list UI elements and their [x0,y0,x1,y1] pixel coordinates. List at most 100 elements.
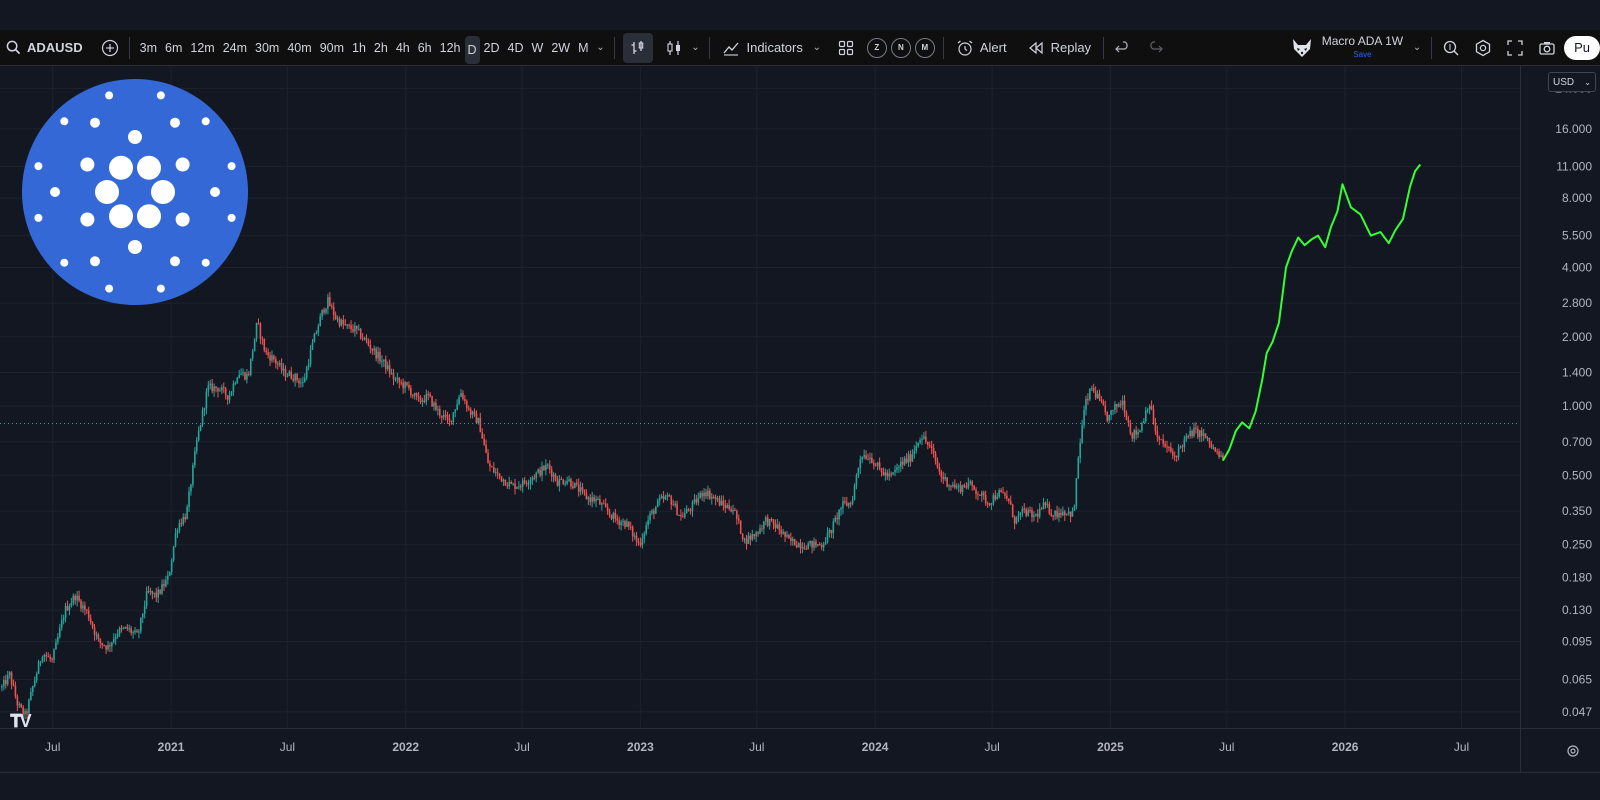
indicator-templates-button[interactable] [833,30,859,66]
indicators-button[interactable]: Indicators [716,30,808,66]
timeframe-4h[interactable]: 4h [392,30,414,66]
timeframe-90m[interactable]: 90m [316,30,348,66]
compare-symbol-button[interactable] [97,30,123,66]
timeframe-24m[interactable]: 24m [219,30,251,66]
candle-body [1139,430,1141,432]
bars-chart-type-button[interactable] [623,32,654,63]
timeframe-12h[interactable]: 12h [436,30,465,66]
timeframe-d[interactable]: D [464,35,480,64]
layout-save-link[interactable]: Save [1322,48,1403,61]
candle-body [728,505,730,510]
timeframe-m[interactable]: M [574,30,592,66]
timeframe-6h[interactable]: 6h [414,30,436,66]
candle-body [961,485,964,492]
candle-body [1143,420,1145,423]
fox-avatar-icon [1292,38,1311,57]
candle-body [390,372,393,374]
session-z-button[interactable]: Z [866,37,887,58]
candle-body [886,472,889,477]
candle-body [502,479,505,482]
timeframe-12m[interactable]: 12m [186,30,218,66]
candle-body [58,627,61,637]
layout-menu[interactable]: Macro ADA 1W Save [1290,30,1403,66]
candle-body [874,465,877,467]
logo-dot [128,130,142,144]
candle-body [965,486,968,488]
candle-body [998,490,1000,497]
candle-body [170,560,173,573]
session-n-button[interactable]: N [890,37,911,58]
timeframe-4d[interactable]: 4D [504,30,528,66]
symbol-search[interactable]: ADAUSD [0,30,83,66]
candle-body [236,377,239,384]
chart-type-dropdown-chevron[interactable]: ⌄ [687,30,703,66]
layout-dropdown-chevron[interactable]: ⌄ [1409,30,1425,66]
timeframe-1h[interactable]: 1h [348,30,370,66]
settings-button[interactable] [1470,30,1496,66]
timeframe-3m[interactable]: 3m [136,30,161,66]
fullscreen-button[interactable] [1502,30,1528,66]
timeframe-2d[interactable]: 2D [480,30,504,66]
quick-search-button[interactable] [1438,30,1464,66]
candle-body [76,595,78,601]
candle-body [900,461,902,467]
candle-body [1193,427,1195,437]
publish-button[interactable]: Pu [1564,35,1600,60]
candle-body [712,496,715,498]
candle-body [846,502,848,506]
gear-icon[interactable] [1566,744,1580,758]
timeframe-w[interactable]: W [528,30,548,66]
timeframe-2h[interactable]: 2h [370,30,392,66]
candle-body [402,382,404,389]
candle-body [892,472,894,475]
snapshot-button[interactable] [1534,30,1560,66]
redo-icon [1150,40,1163,52]
candle-body [336,318,339,320]
y-tick-label: 0.047 [1562,705,1592,719]
candle-body [699,493,702,498]
y-tick-label: 0.350 [1562,504,1592,518]
currency-selector[interactable]: USD ⌄ [1548,72,1596,92]
timeframe-40m[interactable]: 40m [283,30,315,66]
candle-body [188,491,190,508]
candle-body [575,482,578,485]
candle-body [1175,456,1178,458]
candle-body [946,477,948,487]
timeframe-30m[interactable]: 30m [251,30,283,66]
candle-body [228,395,231,400]
candle-body [103,645,105,647]
undo-button[interactable] [1110,30,1136,66]
candle-body [585,492,588,500]
toolbar-separator [1431,36,1433,59]
candle-body [1135,430,1137,435]
candle-body [751,534,754,540]
y-tick-label: 0.700 [1562,435,1592,449]
candle-body [251,351,254,359]
candle-body [726,505,729,509]
candle-body [255,323,258,339]
candle-body [224,388,227,396]
alert-button[interactable]: Alert [950,30,1013,66]
indicators-dropdown-chevron[interactable]: ⌄ [809,30,825,66]
candle-body [755,532,757,537]
replay-button[interactable]: Replay [1021,30,1097,66]
candle-body [242,372,244,374]
candle-body [82,605,84,609]
top-toolbar: ADAUSD 3m 6m 12m 24m 30m 40m 90m 1h 2h 4h 6h 12h D 2D… [0,30,1600,66]
candle-body [1206,437,1209,439]
candle-body [384,359,387,370]
redo-button[interactable] [1142,30,1168,66]
timeframe-6m[interactable]: 6m [161,30,186,66]
candles-chart-type-button[interactable] [661,30,687,66]
candle-body [1198,430,1201,438]
candle-body [1062,511,1064,516]
candle-body [168,572,171,576]
timeframe-2w[interactable]: 2W [547,30,574,66]
candle-body [1214,447,1217,452]
timeframe-dropdown-chevron[interactable]: ⌄ [592,30,608,66]
session-m-button[interactable]: M [914,37,935,58]
candle-body [626,521,628,527]
candle-body [959,485,962,492]
candle-body [1027,509,1029,516]
candle-body [130,628,132,633]
